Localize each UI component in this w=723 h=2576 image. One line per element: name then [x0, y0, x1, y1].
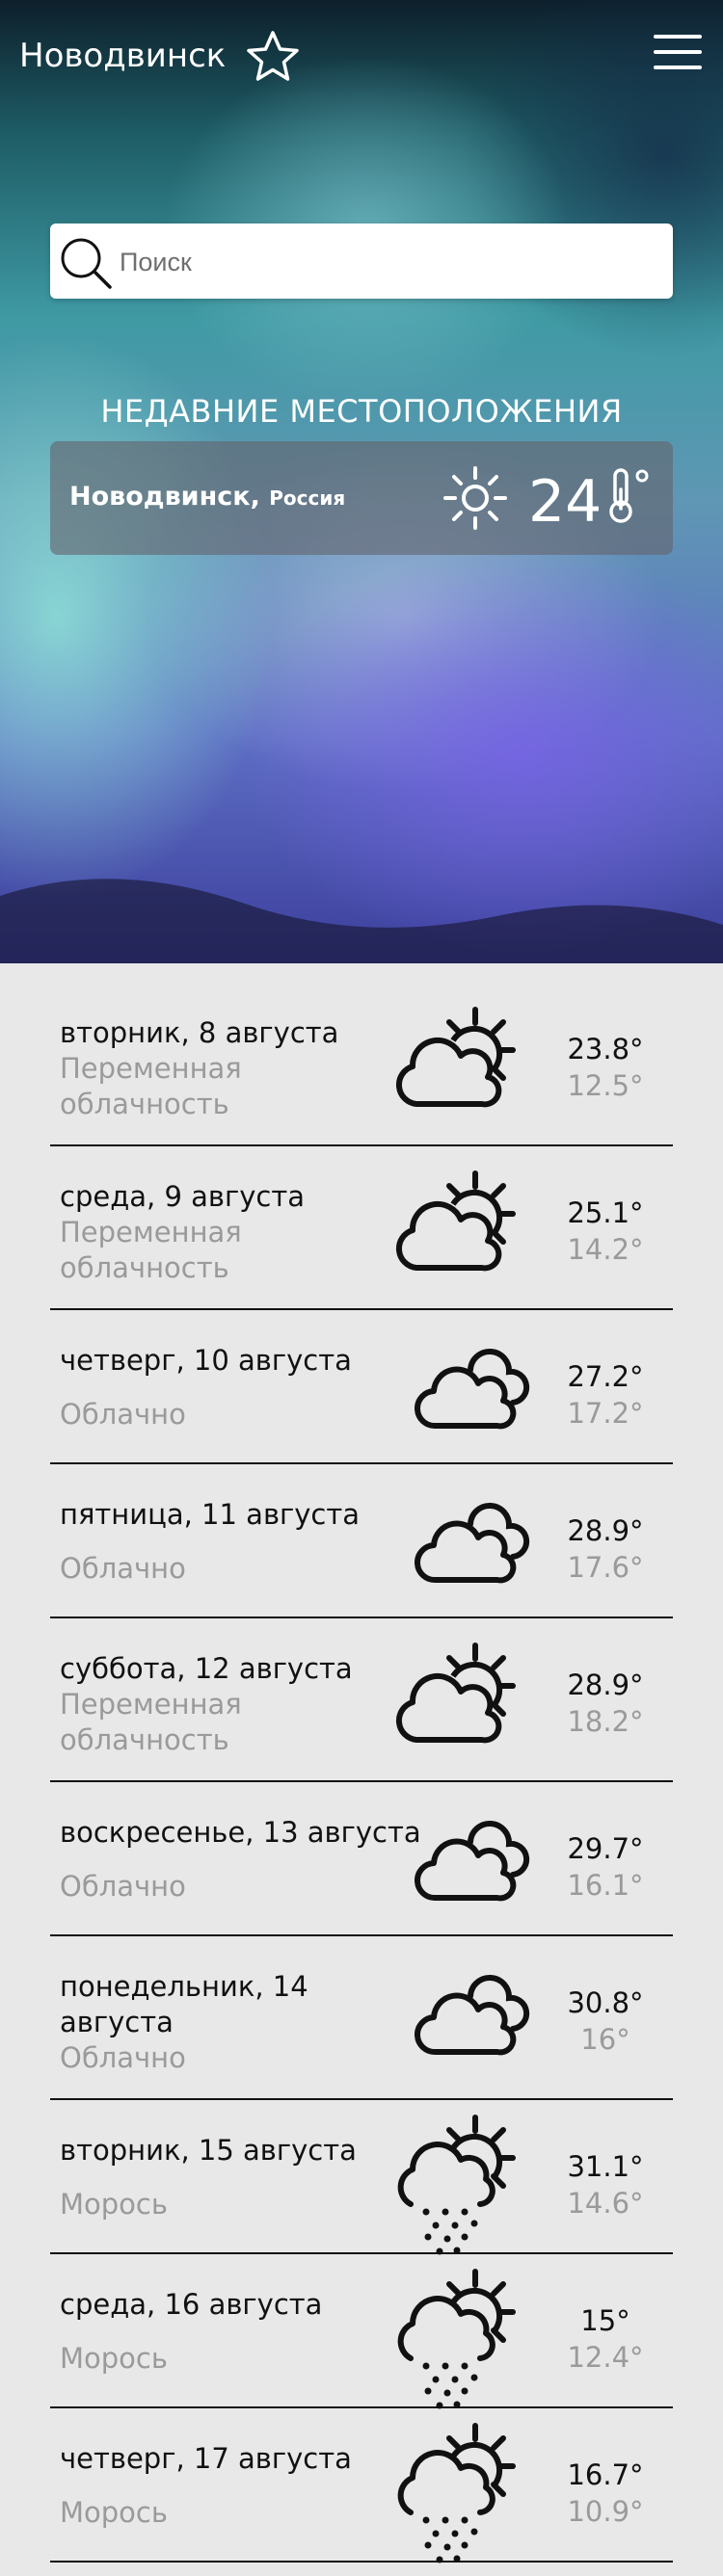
forecast-high-temp: 30.8°	[567, 1986, 644, 2019]
forecast-day: вторник, 8 августа	[60, 1016, 339, 1049]
cloudy-icon	[414, 1495, 540, 1591]
forecast-high-temp: 31.1°	[567, 2150, 644, 2183]
partly-cloudy-icon	[389, 1640, 534, 1755]
forecast-high-temp: 29.7°	[567, 1832, 644, 1865]
forecast-day: пятница, 11 августа	[60, 1498, 361, 1531]
forecast-day: воскресенье, 13 августа	[60, 1816, 421, 1849]
forecast-low-temp: 12.4°	[567, 2341, 644, 2374]
forecast-row[interactable]: среда, 9 августа Переменная облачность 25…	[50, 1146, 673, 1310]
forecast-high-temp: 25.1°	[567, 1196, 644, 1229]
forecast-high-temp: 28.9°	[567, 1514, 644, 1547]
forecast-row[interactable]: пятница, 11 августа Облачно 28.9° 17.6°	[50, 1464, 673, 1618]
forecast-row[interactable]: вторник, 15 августа Морось 31.1° 14.6°	[50, 2100, 673, 2256]
recent-location-card[interactable]: Новодвинск, Россия 24	[50, 441, 673, 555]
forecast-day: вторник, 15 августа	[60, 2134, 357, 2167]
forecast-low-temp: 16°	[580, 2023, 630, 2056]
forecast-low-temp: 16.1°	[567, 1869, 644, 1902]
partly-cloudy-icon	[389, 1168, 534, 1283]
cloudy-icon	[414, 1967, 540, 2063]
search-input[interactable]	[118, 237, 661, 287]
forecast-row[interactable]: понедельник, 14 августа Облачно 30.8° 16°	[50, 1936, 673, 2100]
forecast-row[interactable]: суббота, 12 августа Переменная облачность…	[50, 1618, 673, 1782]
forecast-row[interactable]: среда, 16 августа Морось 15° 12.4°	[50, 2254, 673, 2410]
recent-country: Россия	[269, 486, 346, 510]
forecast-condition: Морось	[60, 2188, 168, 2221]
sun-icon	[443, 466, 507, 530]
drizzle-icon	[389, 2112, 534, 2256]
top-bar: Новодвинск	[0, 0, 723, 116]
forecast-high-temp: 28.9°	[567, 1669, 644, 1701]
forecast-high-temp: 23.8°	[567, 1033, 644, 1065]
search-icon	[61, 238, 112, 289]
forecast-day: среда, 9 августа	[60, 1180, 305, 1213]
forecast-low-temp: 17.2°	[567, 1397, 644, 1430]
forecast-low-temp: 18.2°	[567, 1705, 644, 1738]
forecast-high-temp: 15°	[580, 2304, 630, 2337]
cloudy-icon	[414, 1341, 540, 1437]
recent-city: Новодвинск,	[69, 482, 260, 512]
drizzle-icon	[389, 2420, 534, 2564]
forecast-condition: Облачно	[60, 1870, 186, 1903]
search-bar[interactable]	[50, 223, 673, 299]
forecast-row[interactable]: четверг, 17 августа Морось 16.7° 10.9°	[50, 2408, 673, 2563]
forecast-condition: Переменная облачность	[60, 1216, 242, 1284]
forecast-day: суббота, 12 августа	[60, 1652, 353, 1685]
forecast-day: понедельник, 14 августа	[60, 1970, 308, 2038]
thermometer-celsius-icon	[609, 468, 649, 523]
forecast-low-temp: 12.5°	[567, 1069, 644, 1102]
forecast-low-temp: 17.6°	[567, 1551, 644, 1584]
hamburger-menu-icon[interactable]	[654, 35, 702, 79]
forecast-condition: Облачно	[60, 1398, 186, 1431]
forecast-condition: Морось	[60, 2496, 168, 2529]
forecast-row[interactable]: вторник, 8 августа Переменная облачность …	[50, 983, 673, 1146]
page-title: Новодвинск	[19, 37, 227, 75]
forecast-low-temp: 14.6°	[567, 2187, 644, 2220]
forecast-high-temp: 27.2°	[567, 1360, 644, 1393]
mountain-silhouette	[0, 879, 723, 963]
cloudy-icon	[414, 1813, 540, 1909]
recent-location-name: Новодвинск, Россия	[69, 482, 345, 512]
partly-cloudy-icon	[389, 1004, 534, 1119]
forecast-day: среда, 16 августа	[60, 2288, 323, 2321]
forecast-day: четверг, 17 августа	[60, 2442, 352, 2475]
forecast-row[interactable]: воскресенье, 13 августа Облачно 29.7° 16.1…	[50, 1782, 673, 1936]
forecast-condition: Облачно	[60, 1552, 186, 1585]
forecast-row[interactable]: четверг, 10 августа Облачно 27.2° 17.2°	[50, 1310, 673, 1464]
favorite-star-icon[interactable]	[245, 29, 301, 85]
forecast-condition: Морось	[60, 2342, 168, 2375]
forecast-condition: Облачно	[60, 2041, 186, 2074]
forecast-list: вторник, 8 августа Переменная облачность …	[50, 983, 673, 2563]
recent-temperature: 24	[528, 468, 602, 536]
forecast-day: четверг, 10 августа	[60, 1344, 352, 1377]
forecast-condition: Переменная облачность	[60, 1688, 242, 1756]
recent-locations-heading: НЕДАВНИЕ МЕСТОПОЛОЖЕНИЯ	[100, 393, 623, 430]
forecast-high-temp: 16.7°	[567, 2458, 644, 2491]
forecast-low-temp: 10.9°	[567, 2495, 644, 2528]
drizzle-icon	[389, 2266, 534, 2410]
forecast-low-temp: 14.2°	[567, 1233, 644, 1266]
forecast-condition: Переменная облачность	[60, 1052, 242, 1120]
